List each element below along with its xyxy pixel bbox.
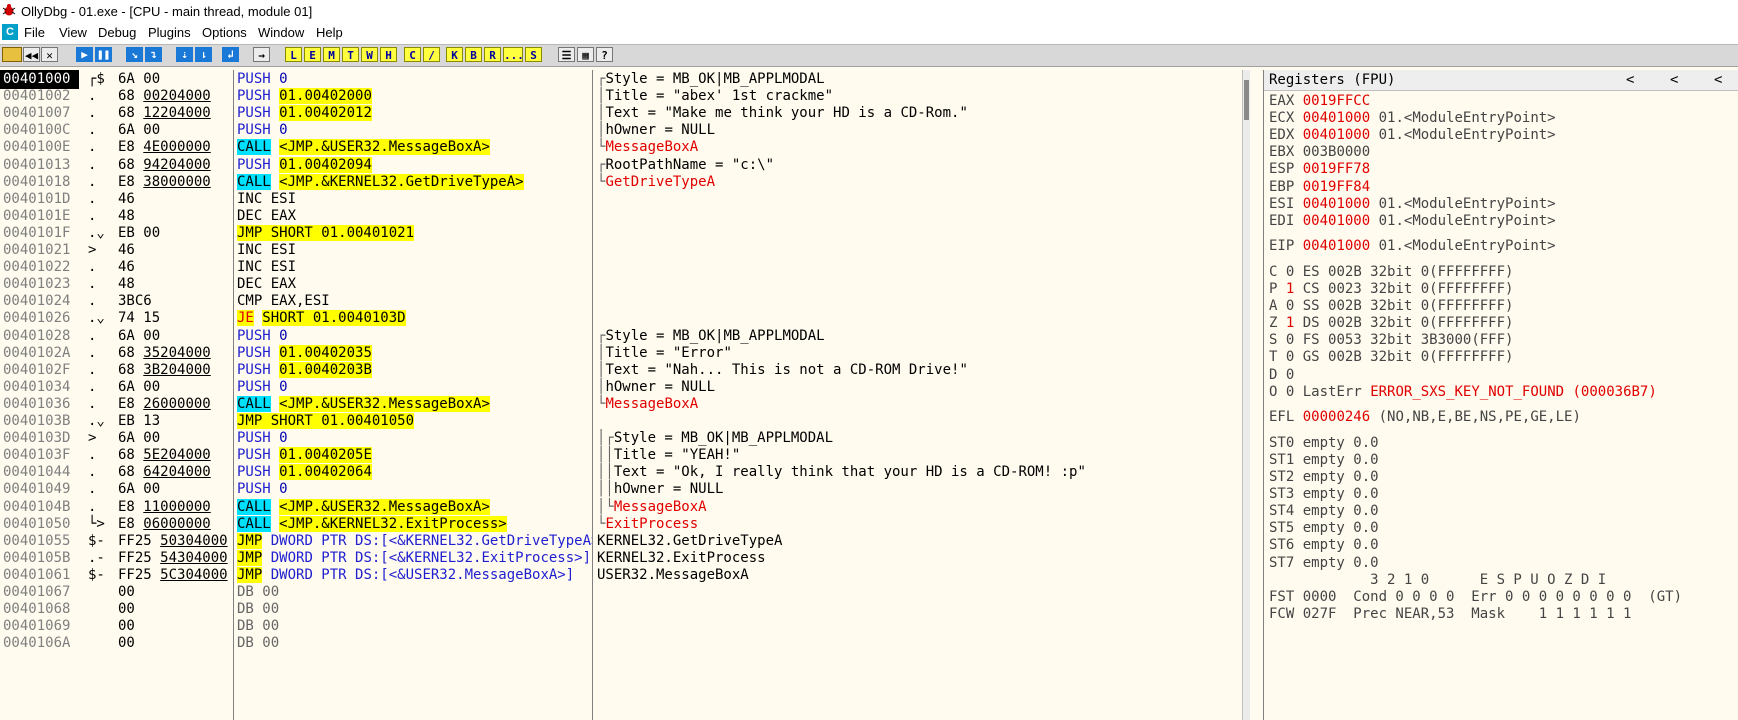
help-icon[interactable]: ? — [596, 47, 613, 62]
disassembly-pane[interactable]: 00401000 ┌$ 6A 00 PUSH 0 ┌Style = MB_OK|MB_A… — [0, 70, 1250, 720]
menu-help[interactable]: Help — [316, 25, 343, 40]
column-separator[interactable] — [592, 70, 593, 720]
toolbar-references-button[interactable]: R — [484, 47, 501, 62]
toolbar-cpu-button[interactable]: C — [404, 47, 421, 62]
registers-title: Registers (FPU) — [1269, 72, 1396, 88]
disasm-comment: └GetDriveTypeA — [597, 173, 716, 190]
goto-icon[interactable]: → — [253, 47, 270, 62]
bug-app-icon — [2, 4, 16, 16]
execute-till-return-icon[interactable]: ↲ — [222, 47, 239, 62]
registers-pane[interactable]: Registers (FPU) < < < EAX 0019FFCC ECX 00… — [1263, 70, 1738, 720]
toolbar-patches-button[interactable]: / — [423, 47, 440, 62]
grid-icon[interactable]: ▦ — [577, 47, 594, 62]
registers-prev-view-icon[interactable]: < — [1670, 70, 1678, 90]
menu-plugins[interactable]: Plugins — [148, 25, 191, 40]
assembly-instruction: DB 00 — [237, 635, 280, 652]
disasm-comment: USER32.MessageBoxA — [597, 566, 749, 583]
menu-debug[interactable]: Debug — [98, 25, 136, 40]
disasm-vertical-scrollbar[interactable] — [1242, 70, 1250, 720]
run-icon[interactable]: ▶ — [76, 47, 93, 62]
hex-bytes: 00 — [118, 635, 135, 652]
menu-window[interactable]: Window — [258, 25, 304, 40]
step-over-icon[interactable]: ↴ — [145, 47, 162, 62]
trace-over-icon[interactable]: ⇂ — [195, 47, 212, 62]
window-title: OllyDbg - 01.exe - [CPU - main thread, m… — [21, 4, 313, 19]
toolbar: ◀◀ ✕ ▶ ❚❚ ↘ ↴ ⇣ ⇂ ↲ → L E M T W H C / K … — [0, 44, 1738, 67]
menu-file[interactable]: File — [24, 25, 45, 40]
menu-view[interactable]: View — [59, 25, 87, 40]
close-process-icon[interactable]: ✕ — [41, 47, 58, 62]
flag-t[interactable]: T 0 GS 002B 32bit 0(FFFFFFFF) — [1269, 348, 1513, 367]
list-icon[interactable]: ☰ — [558, 47, 575, 62]
register-edi[interactable]: EDI 00401000 01.<ModuleEntryPoint> — [1269, 212, 1556, 231]
toolbar-handles-button[interactable]: H — [380, 47, 397, 62]
registers-prev-view-icon[interactable]: < — [1626, 70, 1634, 90]
registers-header[interactable]: Registers (FPU) < < < — [1264, 70, 1738, 91]
step-into-icon[interactable]: ↘ — [126, 47, 143, 62]
toolbar-breakpoints-button[interactable]: B — [465, 47, 482, 62]
toolbar-call-stack-button[interactable]: K — [446, 47, 463, 62]
disasm-comment: └MessageBoxA — [597, 395, 699, 412]
menu-bar: C File View Debug Plugins Options Window… — [0, 22, 1738, 44]
cpu-window-icon[interactable]: C — [2, 24, 18, 40]
register-eip[interactable]: EIP 00401000 01.<ModuleEntryPoint> — [1269, 237, 1556, 256]
rewind-icon[interactable]: ◀◀ — [23, 47, 40, 62]
jump-marker: $- — [88, 566, 105, 583]
toolbar-executable-modules-button[interactable]: E — [304, 47, 321, 62]
toolbar-threads-button[interactable]: T — [342, 47, 359, 62]
open-folder-icon[interactable] — [2, 47, 22, 62]
pause-icon[interactable]: ❚❚ — [95, 47, 112, 62]
title-bar: OllyDbg - 01.exe - [CPU - main thread, m… — [0, 0, 1738, 22]
toolbar-run-trace-button[interactable]: ... — [503, 47, 524, 62]
trace-into-icon[interactable]: ⇣ — [176, 47, 193, 62]
toolbar-source-button[interactable]: S — [525, 47, 542, 62]
registers-prev-view-icon[interactable]: < — [1714, 70, 1722, 90]
menu-options[interactable]: Options — [202, 25, 247, 40]
toolbar-windows-button[interactable]: W — [361, 47, 378, 62]
last-error[interactable]: O 0 LastErr ERROR_SXS_KEY_NOT_FOUND (000… — [1269, 383, 1657, 402]
instruction-address: 0040106A — [3, 635, 71, 652]
toolbar-memory-map-button[interactable]: M — [323, 47, 340, 62]
fpu-control-word[interactable]: FCW 027F Prec NEAR,53 Mask 1 1 1 1 1 1 — [1269, 605, 1631, 624]
register-efl[interactable]: EFL 00000246 (NO,NB,E,BE,NS,PE,GE,LE) — [1269, 408, 1581, 427]
scrollbar-thumb[interactable] — [1244, 80, 1249, 120]
toolbar-log-button[interactable]: L — [285, 47, 302, 62]
